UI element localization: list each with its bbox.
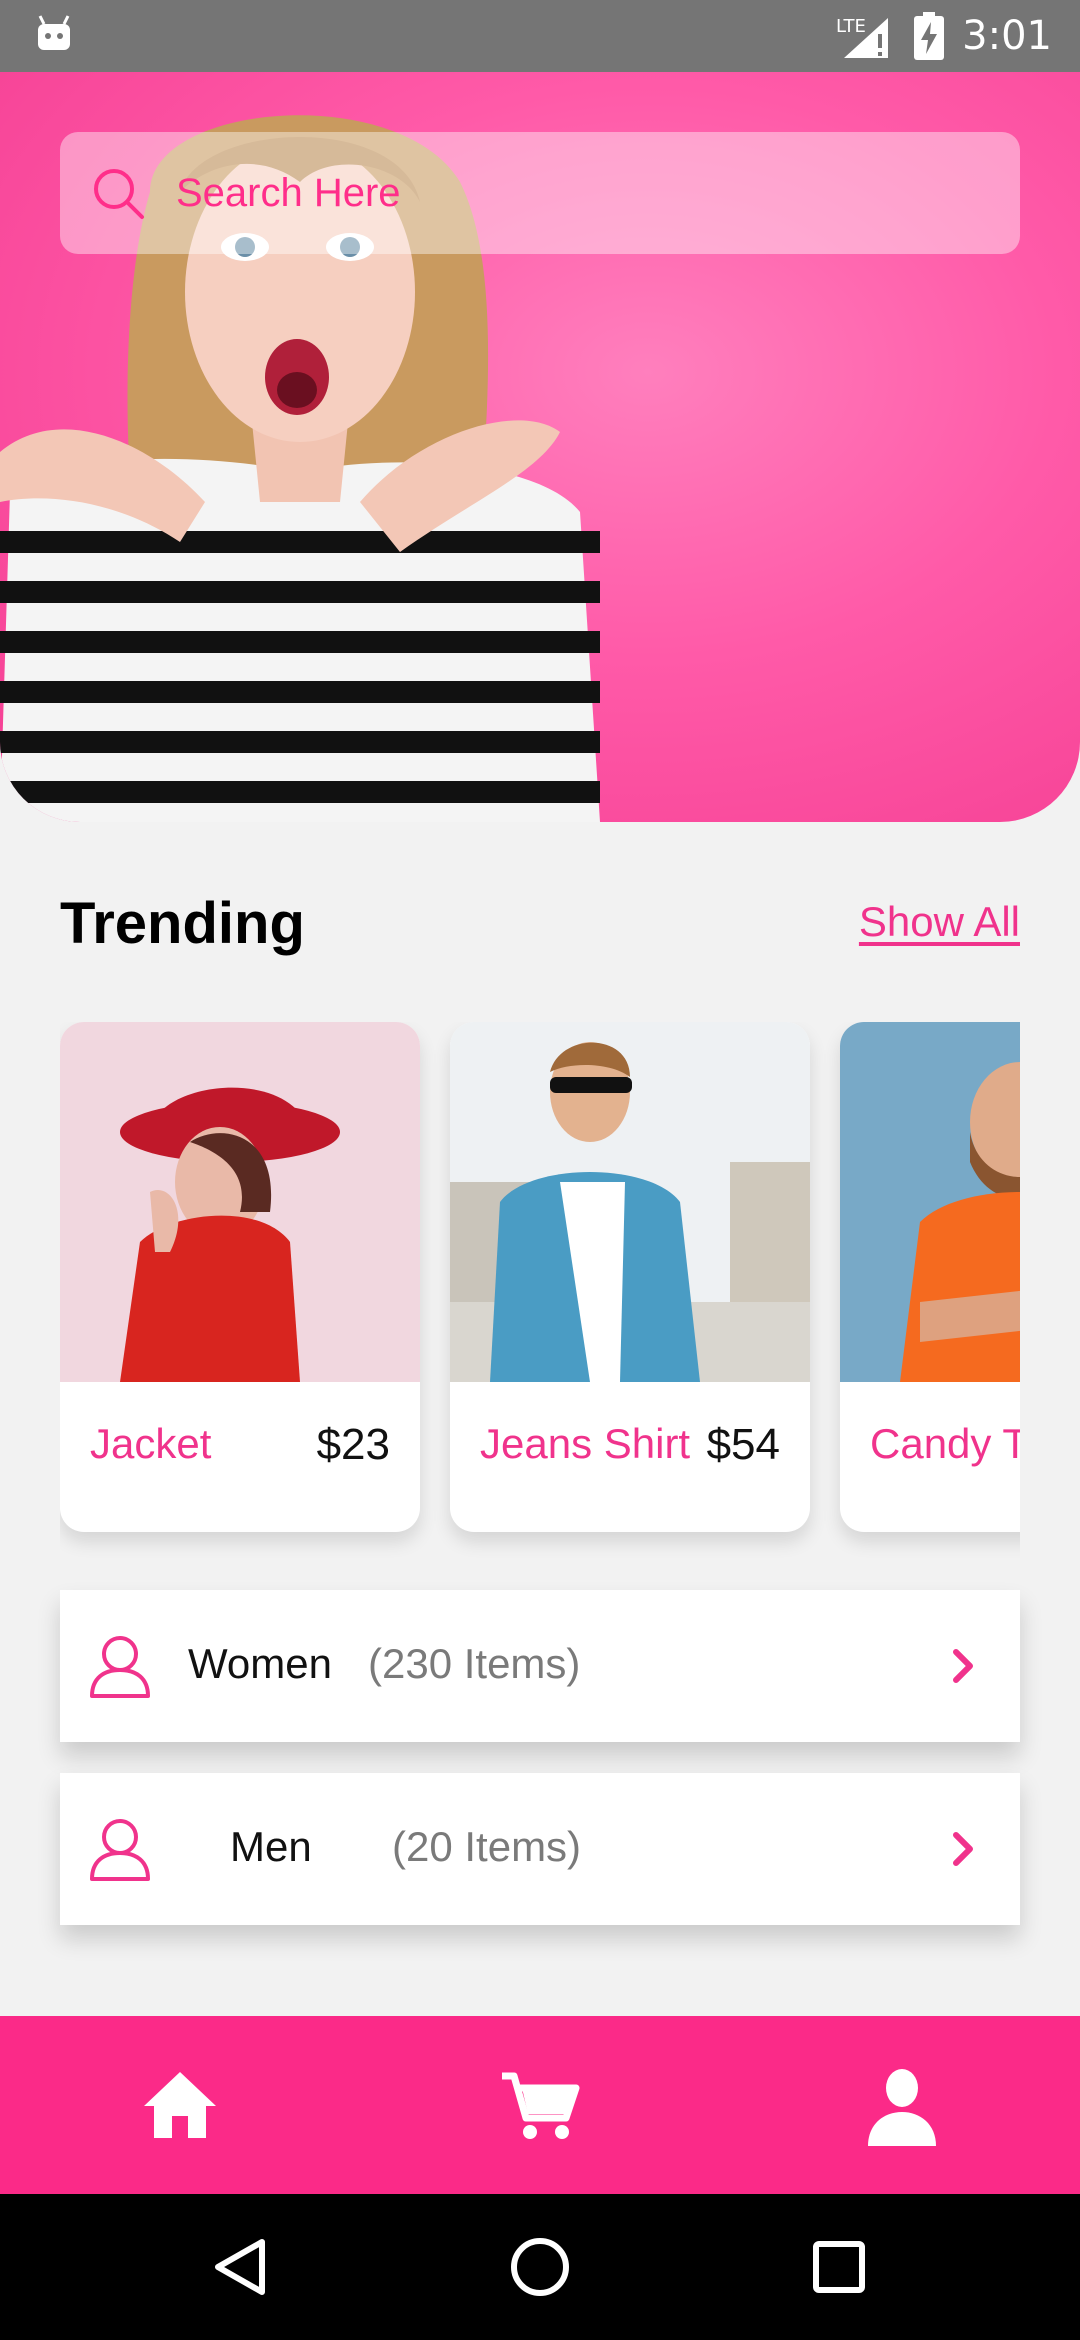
category-count: (230 Items) bbox=[368, 1640, 581, 1687]
hero-banner bbox=[0, 72, 1080, 822]
category-row-women[interactable]: Women (230 Items) bbox=[60, 1590, 1020, 1742]
search-icon bbox=[94, 169, 144, 219]
product-image bbox=[60, 1022, 420, 1382]
network-label: LTE bbox=[836, 16, 866, 37]
category-row-men[interactable]: Men (20 Items) bbox=[60, 1773, 1020, 1925]
search-input[interactable] bbox=[176, 170, 956, 216]
recents-icon[interactable] bbox=[806, 2234, 872, 2300]
clock: 3:01 bbox=[962, 13, 1052, 59]
bottom-nav bbox=[0, 2016, 1080, 2194]
product-card[interactable]: Jeans Shirt $54 bbox=[450, 1022, 810, 1532]
system-nav-bar bbox=[0, 2194, 1080, 2340]
category-count: (20 Items) bbox=[392, 1823, 582, 1870]
cart-icon[interactable] bbox=[500, 2066, 580, 2146]
home-icon[interactable] bbox=[140, 2066, 220, 2146]
section-title-trending: Trending bbox=[60, 891, 305, 956]
product-card[interactable]: Candy T bbox=[840, 1022, 1020, 1532]
product-name: Jeans Shirt bbox=[480, 1420, 691, 1467]
category-name: Men bbox=[230, 1823, 312, 1870]
battery-charging-icon bbox=[914, 12, 945, 60]
product-image bbox=[450, 1022, 810, 1382]
home-circle-icon[interactable] bbox=[507, 2234, 573, 2300]
chevron-right-icon[interactable] bbox=[952, 1829, 976, 1869]
category-name: Women bbox=[188, 1640, 332, 1687]
android-debug-icon bbox=[38, 15, 70, 50]
profile-icon[interactable] bbox=[862, 2066, 942, 2146]
product-card[interactable]: Jacket $23 bbox=[60, 1022, 420, 1532]
product-price: $54 bbox=[706, 1420, 780, 1469]
product-image bbox=[840, 1022, 1020, 1382]
user-icon bbox=[90, 1819, 150, 1881]
back-icon[interactable] bbox=[208, 2234, 274, 2300]
trending-carousel[interactable]: Jacket $23 Jeans Shirt $54 Candy T bbox=[60, 1022, 1020, 1562]
status-bar: LTE 3:01 bbox=[0, 0, 1080, 72]
search-bar[interactable] bbox=[60, 132, 1020, 254]
show-all-link[interactable]: Show All bbox=[859, 898, 1020, 946]
product-name: Candy T bbox=[870, 1420, 1020, 1467]
chevron-right-icon[interactable] bbox=[952, 1646, 976, 1686]
product-name: Jacket bbox=[90, 1420, 212, 1467]
product-price: $23 bbox=[316, 1420, 390, 1469]
user-icon bbox=[90, 1636, 150, 1698]
signal-icon: LTE bbox=[836, 16, 889, 58]
